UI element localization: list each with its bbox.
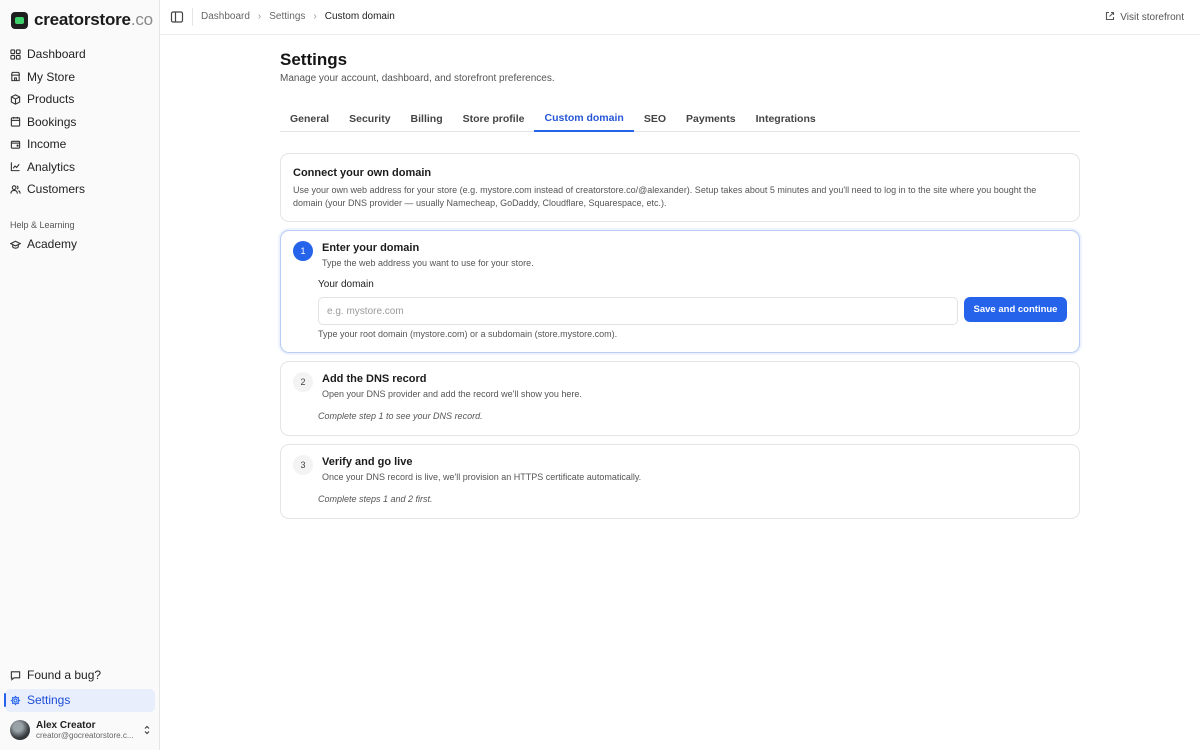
page-title: Settings: [280, 50, 348, 69]
domain-input[interactable]: [318, 297, 958, 325]
users-icon: [10, 184, 21, 195]
breadcrumb-dashboard[interactable]: Dashboard: [201, 11, 250, 22]
step-title: Verify and go live: [322, 456, 413, 468]
intro-description: Use your own web address for your store …: [293, 185, 1037, 208]
tab-general[interactable]: General: [280, 105, 339, 132]
intro-card: Connect your own domain Use your own web…: [280, 153, 1080, 222]
step-number-badge: 1: [293, 241, 313, 261]
sidebar-item-my-store[interactable]: My Store: [5, 66, 155, 89]
chevron-up-down-icon: [142, 724, 152, 736]
main-nav: Dashboard My Store Products Bookings Inc…: [5, 43, 155, 201]
tab-store-profile[interactable]: Store profile: [453, 105, 535, 132]
sidebar-item-dashboard[interactable]: Dashboard: [5, 43, 155, 66]
sidebar-item-label: Analytics: [27, 159, 76, 174]
tab-payments[interactable]: Payments: [676, 105, 746, 132]
user-menu[interactable]: Alex Creator creator@gocreatorstore.c...: [10, 718, 152, 742]
sidebar-item-settings[interactable]: Settings: [4, 689, 155, 712]
step-1-card: 1 Enter your domain Type the web address…: [280, 230, 1080, 353]
sidebar-item-customers[interactable]: Customers: [5, 178, 155, 201]
visit-storefront-link[interactable]: Visit storefront: [1105, 11, 1184, 24]
chart-icon: [10, 161, 21, 172]
page-subtitle: Manage your account, dashboard, and stor…: [280, 73, 555, 84]
tab-security[interactable]: Security: [339, 105, 400, 132]
grid-icon: [10, 49, 21, 60]
intro-title: Connect your own domain: [293, 167, 432, 179]
wallet-icon: [10, 139, 21, 150]
tab-billing[interactable]: Billing: [401, 105, 453, 132]
store-icon: [10, 71, 21, 82]
step-2-card: 2 Add the DNS record Open your DNS provi…: [280, 361, 1080, 436]
learning-nav: Academy: [5, 233, 155, 256]
graduation-cap-icon: [10, 239, 21, 250]
calendar-icon: [10, 116, 21, 127]
user-email: creator@gocreatorstore.c...: [36, 731, 134, 740]
tab-custom-domain[interactable]: Custom domain: [534, 105, 634, 132]
visit-storefront-label: Visit storefront: [1120, 12, 1184, 23]
step-number-badge: 3: [293, 455, 313, 475]
step-3-card: 3 Verify and go live Once your DNS recor…: [280, 444, 1080, 519]
divider: [192, 8, 193, 26]
tab-seo[interactable]: SEO: [634, 105, 676, 132]
bottom-nav: Found a bug? Settings: [4, 664, 155, 712]
sidebar-section-label: Help & Learning: [10, 220, 75, 230]
step-subtitle: Type the web address you want to use for…: [322, 258, 534, 268]
brand-logo[interactable]: creatorstore.co: [11, 10, 153, 30]
step-number-badge: 2: [293, 372, 313, 392]
step-note: Complete steps 1 and 2 first.: [318, 494, 433, 504]
sidebar-item-analytics[interactable]: Analytics: [5, 156, 155, 179]
domain-helper-text: Type your root domain (mystore.com) or a…: [318, 329, 618, 339]
top-bar: Dashboard › Settings › Custom domain Vis…: [160, 0, 1200, 35]
breadcrumb: Dashboard › Settings › Custom domain: [201, 11, 395, 22]
sidebar-item-label: Products: [27, 92, 75, 107]
gear-icon: [10, 695, 21, 706]
sidebar-item-label: Academy: [27, 237, 78, 252]
step-subtitle: Once your DNS record is live, we'll prov…: [322, 472, 642, 482]
chevron-right-icon: ›: [257, 11, 262, 22]
brand-name: creatorstore.co: [34, 10, 153, 29]
sidebar-item-label: Settings: [27, 693, 71, 708]
avatar: [10, 720, 30, 740]
sidebar: creatorstore.co Dashboard My Store Produ…: [0, 0, 160, 750]
sidebar-toggle-icon[interactable]: [170, 10, 184, 24]
box-icon: [10, 94, 21, 105]
external-link-icon: [1105, 11, 1115, 24]
chevron-right-icon: ›: [313, 11, 317, 22]
settings-tabs: General Security Billing Store profile C…: [280, 105, 1080, 132]
tab-integrations[interactable]: Integrations: [746, 105, 826, 132]
breadcrumb-settings[interactable]: Settings: [269, 11, 305, 22]
sidebar-item-label: Dashboard: [27, 47, 86, 62]
sidebar-item-label: Found a bug?: [27, 668, 102, 683]
step-subtitle: Open your DNS provider and add the recor…: [322, 389, 582, 399]
domain-field-label: Your domain: [318, 279, 374, 290]
sidebar-item-products[interactable]: Products: [5, 88, 155, 111]
user-info: Alex Creator creator@gocreatorstore.c...: [36, 720, 136, 740]
sidebar-item-label: Income: [27, 137, 67, 152]
step-title: Add the DNS record: [322, 373, 427, 385]
sidebar-item-label: Bookings: [27, 114, 77, 129]
message-icon: [10, 670, 21, 681]
sidebar-item-income[interactable]: Income: [5, 133, 155, 156]
sidebar-item-label: My Store: [27, 69, 76, 84]
sidebar-item-academy[interactable]: Academy: [5, 233, 155, 256]
save-and-continue-button[interactable]: Save and continue: [964, 297, 1067, 322]
breadcrumb-current: Custom domain: [324, 11, 395, 22]
sidebar-item-found-a-bug[interactable]: Found a bug?: [5, 664, 155, 687]
user-name: Alex Creator: [36, 720, 96, 731]
sidebar-item-bookings[interactable]: Bookings: [5, 111, 155, 134]
step-note: Complete step 1 to see your DNS record.: [318, 411, 483, 421]
step-title: Enter your domain: [322, 242, 420, 254]
logo-mark-icon: [11, 11, 28, 29]
sidebar-item-label: Customers: [27, 182, 86, 197]
